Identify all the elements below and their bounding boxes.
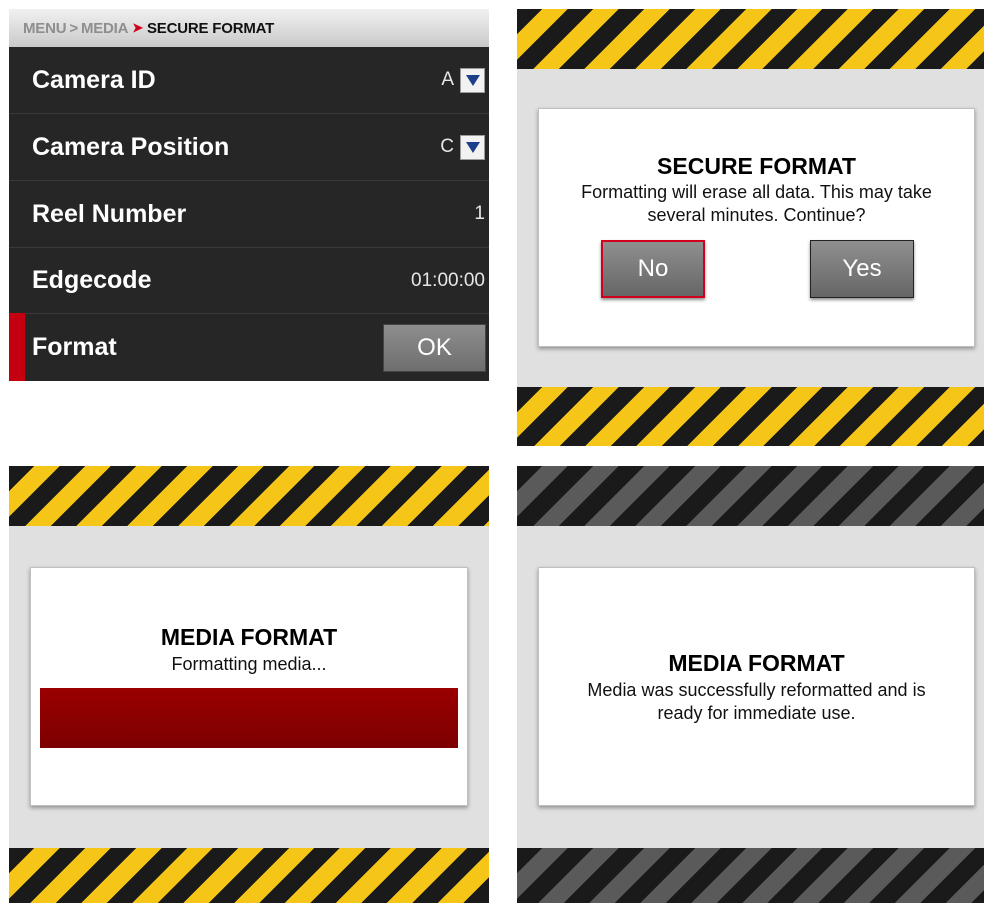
success-dialog: MEDIA FORMAT Media was successfully refo… [538,567,975,806]
hazard-stripes-top [517,9,984,69]
chevron-down-icon [465,75,480,86]
breadcrumb-menu[interactable]: MENU [23,20,67,37]
hazard-stripes-top [9,466,489,526]
breadcrumb-secure-format: SECURE FORMAT [146,19,275,37]
dialog-title: SECURE FORMAT [657,153,856,179]
progress-dialog: MEDIA FORMAT Formatting media... [30,567,468,806]
media-menu-screen: MENU > MEDIA ➤ SECURE FORMAT Camera ID A… [9,9,489,381]
confirm-dialog: SECURE FORMAT Formatting will erase all … [538,108,975,347]
media-format-success-screen: MEDIA FORMAT Media was successfully refo… [517,466,984,903]
reel-number-value: 1 [474,203,485,224]
camera-position-value: C [440,136,454,157]
menu-row-camera-position[interactable]: Camera Position C [9,114,489,181]
camera-id-label: Camera ID [32,65,156,94]
reel-number-label: Reel Number [32,199,187,228]
dialog-message: Formatting media... [171,654,327,674]
edgecode-value: 01:00:00 [411,269,485,291]
hazard-stripes-bottom [9,848,489,903]
edgecode-label: Edgecode [32,266,152,294]
dialog-message-line2: several minutes. Continue? [647,205,866,225]
chevron-down-icon [465,142,480,153]
hazard-stripes-top [517,466,984,526]
menu-row-reel-number[interactable]: Reel Number 1 [9,181,489,248]
camera-position-label: Camera Position [32,132,230,161]
dialog-message-line2: ready for immediate use. [657,703,856,723]
selected-row-indicator [9,313,25,381]
format-label: Format [32,333,117,361]
secure-format-confirm-screen: SECURE FORMAT Formatting will erase all … [517,9,984,446]
dialog-title: MEDIA FORMAT [160,624,338,650]
camera-id-dropdown[interactable] [460,67,485,93]
no-button[interactable]: No [601,240,705,298]
yes-button[interactable]: Yes [810,240,914,298]
breadcrumb-arrow-icon: ➤ [132,20,143,35]
dialog-message-line1: Formatting will erase all data. This may… [581,182,932,202]
dialog-title: MEDIA FORMAT [668,650,845,676]
breadcrumb-separator: > [69,19,78,37]
hazard-stripes-bottom [517,848,984,903]
menu-row-edgecode[interactable]: Edgecode 01:00:00 [9,248,489,314]
progress-bar [40,688,458,748]
camera-id-value: A [441,69,454,90]
dialog-message-line1: Media was successfully reformatted and i… [587,680,926,700]
hazard-stripes-bottom [517,387,984,446]
camera-position-dropdown[interactable] [460,134,485,160]
breadcrumb-media[interactable]: MEDIA [81,20,129,37]
breadcrumb: MENU > MEDIA ➤ SECURE FORMAT [9,9,489,47]
media-format-progress-screen: MEDIA FORMAT Formatting media... [9,466,489,903]
format-ok-button[interactable]: OK [383,324,486,372]
menu-row-camera-id[interactable]: Camera ID A [9,47,489,114]
